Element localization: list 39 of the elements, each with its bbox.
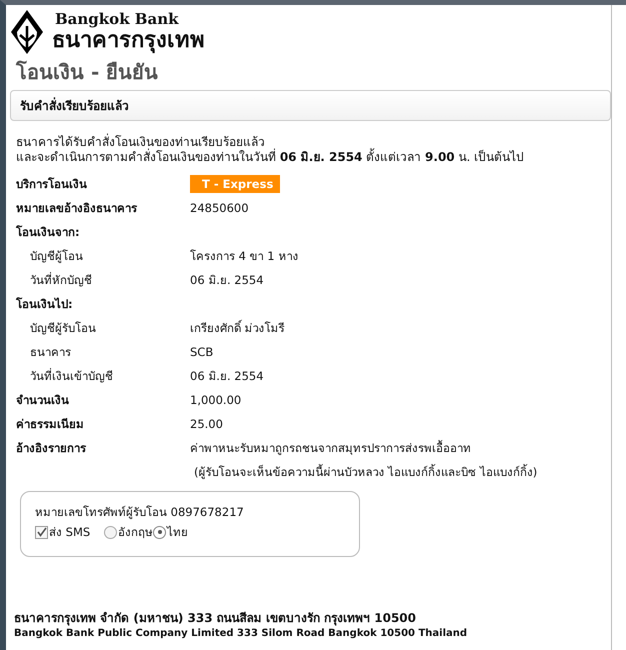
field-label: บริการโอนเงิน: [16, 176, 88, 193]
send-sms-option[interactable]: ส่ง SMS: [35, 524, 90, 540]
field-label: หมายเลขอ้างอิงธนาคาร: [16, 200, 138, 217]
field-value: 06 มิ.ย. 2554: [190, 272, 264, 289]
field-note: (ผู้รับโอนจะเห็นข้อความนี้ผ่านบัวหลวง ไอแบงก์กิ้งและบิซ ไอแบงก์กิ้ง): [194, 463, 538, 481]
section-label: โอนเงินจาก:: [16, 224, 81, 241]
recipient-phone: หมายเลขโทรศัพท์ผู้รับโอน 0897678217: [35, 504, 245, 520]
field-value: ค่าพาหนะรับหมาถูกรถชนจากสมุทรปราการส่งรพเอื้ออาท: [190, 439, 472, 457]
field-value: SCB: [190, 344, 214, 361]
field-label: บัญชีผู้โอน: [29, 248, 84, 265]
field-label: บัญชีผู้รับโอน: [29, 320, 97, 337]
field-label: วันที่หักบัญชี: [29, 271, 93, 289]
field-label: ธนาคาร: [29, 344, 72, 361]
page-title: โอนเงิน - ยืนยัน: [16, 59, 160, 86]
footer-address-thai: ธนาคารกรุงเทพ จำกัด (มหาชน) 333 ถนนสีลม เขตบางรัก กรุงเทพฯ 10500: [14, 610, 418, 627]
status-panel: รับคำสั่งเรียบร้อยแล้ว: [10, 90, 611, 121]
field-value: 25.00: [190, 416, 223, 433]
footer-address-english: Bangkok Bank Public Company Limited 333 Silom Road Bangkok 10500 Thailand: [14, 627, 468, 641]
bank-name-english: Bangkok Bank: [55, 10, 180, 28]
field-value: 06 มิ.ย. 2554: [190, 368, 264, 385]
field-value: เกรียงศักดิ์ ม่วงโมรี: [190, 319, 285, 337]
section-label: โอนเงินไป:: [16, 296, 74, 313]
bank-name-thai: ธนาคารกรุงเทพ: [52, 28, 205, 54]
checkbox[interactable]: [35, 526, 48, 538]
leaf-logo-icon: [8, 8, 46, 56]
field-value: 24850600: [190, 200, 249, 217]
language-option[interactable]: อังกฤษ: [104, 524, 154, 540]
radio-button[interactable]: [153, 526, 166, 538]
field-value: 1,000.00: [190, 392, 242, 409]
language-option[interactable]: ไทย: [153, 524, 188, 540]
service-badge: T - Express: [190, 175, 280, 193]
field-label: อ้างอิงรายการ: [16, 440, 88, 457]
field-label: จำนวนเงิน: [16, 392, 70, 409]
confirmation-message: และจะดำเนินการตามคำสั่งโอนเงินของท่านในวันที่ 06 มิ.ย. 2554 ตั้งแต่เวลา 9.00 น. เป็นต้นไป: [16, 150, 526, 165]
field-label: วันที่เงินเข้าบัญชี: [29, 367, 114, 385]
radio-button[interactable]: [104, 526, 118, 538]
field-label: ค่าธรรมเนียม: [16, 416, 85, 433]
field-value: โครงการ 4 ขา 1 หาง: [190, 248, 298, 265]
confirmation-message: ธนาคารได้รับคำสั่งโอนเงินของท่านเรียบร้อยแล้ว: [16, 135, 265, 149]
